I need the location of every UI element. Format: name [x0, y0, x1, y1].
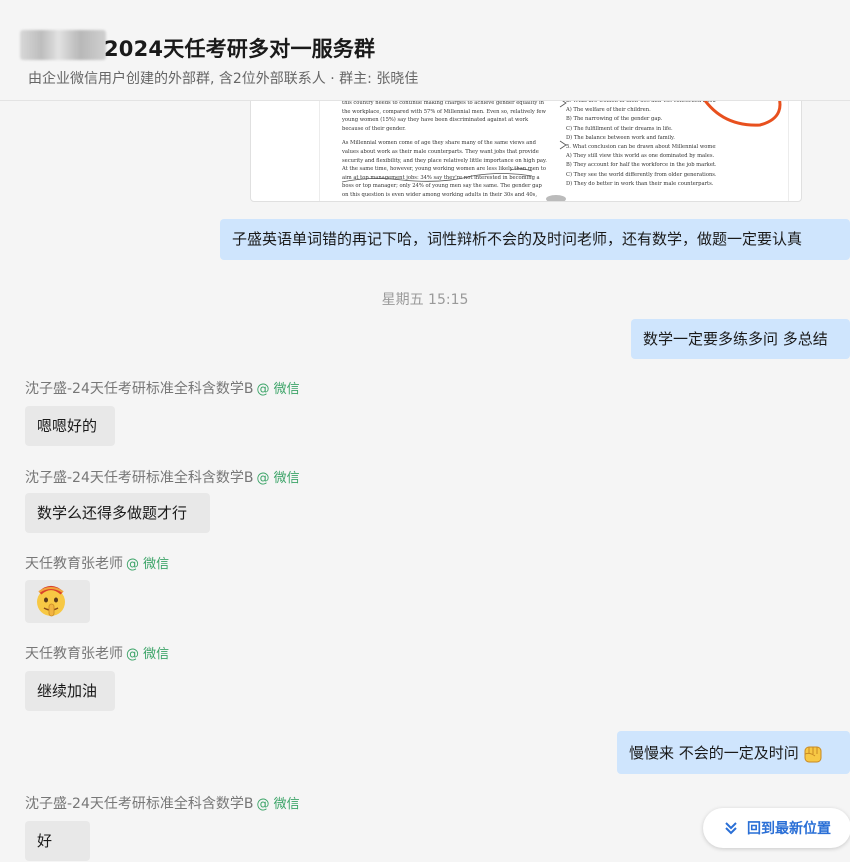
- blurred-avatar: [20, 30, 106, 60]
- my-message-bubble[interactable]: 慢慢来 不会的一定及时问: [617, 731, 850, 774]
- other-message-bubble[interactable]: 数学么还得多做题才行: [25, 493, 210, 533]
- scroll-to-latest-button[interactable]: 回到最新位置: [703, 808, 850, 848]
- message-text: 慢慢来 不会的一定及时问: [629, 743, 799, 762]
- message-text: 数学一定要多练多问 多总结: [643, 330, 828, 348]
- group-title[interactable]: 2024天任考研多对一服务群: [104, 33, 375, 63]
- other-message-bubble[interactable]: 好: [25, 821, 90, 861]
- message-text: 子盛英语单词错的再记下哈，词性辩析不会的及时问老师，还有数学，做题一定要认真: [232, 230, 803, 248]
- sender-name[interactable]: 沈子盛-24天任考研标准全科含数学B @ 微信: [25, 378, 300, 398]
- message-text: 继续加油: [37, 682, 98, 700]
- document-image-message[interactable]: this country needs to continue making ch…: [250, 86, 802, 202]
- sender-name-text: 沈子盛-24天任考研标准全科含数学B: [25, 470, 254, 486]
- group-subtitle: 由企业微信用户创建的外部群, 含2位外部联系人 · 群主: 张晓佳: [28, 71, 419, 87]
- message-timestamp: 星期五 15:15: [381, 292, 469, 308]
- sender-name-text: 天任教育张老师: [25, 646, 123, 662]
- wechat-tag: @ 微信: [126, 557, 170, 572]
- double-chevron-down-icon: [725, 822, 737, 835]
- chat-header: 2024天任考研多对一服务群 由企业微信用户创建的外部群, 含2位外部联系人 ·…: [0, 0, 850, 101]
- other-message-bubble[interactable]: 嗯嗯好的: [25, 406, 115, 446]
- wechat-tag: @ 微信: [126, 647, 170, 662]
- wechat-tag: @ 微信: [256, 797, 300, 812]
- sender-name-text: 天任教育张老师: [25, 556, 123, 572]
- message-text: 好: [37, 832, 53, 850]
- shushing-face-icon: [37, 586, 65, 617]
- scroll-to-latest-label: 回到最新位置: [747, 821, 831, 837]
- sender-name-text: 沈子盛-24天任考研标准全科含数学B: [25, 796, 254, 812]
- message-text: 嗯嗯好的: [37, 417, 98, 435]
- sender-name-text: 沈子盛-24天任考研标准全科含数学B: [25, 381, 254, 397]
- document-page: this country needs to continue making ch…: [319, 87, 789, 201]
- sender-name[interactable]: 沈子盛-24天任考研标准全科含数学B @ 微信: [25, 467, 300, 487]
- raised-fist-icon: [804, 746, 822, 762]
- my-message-bubble[interactable]: 数学一定要多练多问 多总结: [631, 319, 850, 359]
- sender-name[interactable]: 沈子盛-24天任考研标准全科含数学B @ 微信: [25, 793, 300, 813]
- wechat-tag: @ 微信: [256, 471, 300, 486]
- handwritten-annotations: [341, 87, 782, 201]
- other-message-bubble[interactable]: [25, 580, 90, 623]
- my-message-bubble[interactable]: 子盛英语单词错的再记下哈，词性辩析不会的及时问老师，还有数学，做题一定要认真: [220, 219, 850, 260]
- wechat-tag: @ 微信: [256, 382, 300, 397]
- sender-name[interactable]: 天任教育张老师 @ 微信: [25, 553, 169, 573]
- sender-name[interactable]: 天任教育张老师 @ 微信: [25, 643, 169, 663]
- message-text: 数学么还得多做题才行: [37, 504, 188, 522]
- other-message-bubble[interactable]: 继续加油: [25, 671, 115, 711]
